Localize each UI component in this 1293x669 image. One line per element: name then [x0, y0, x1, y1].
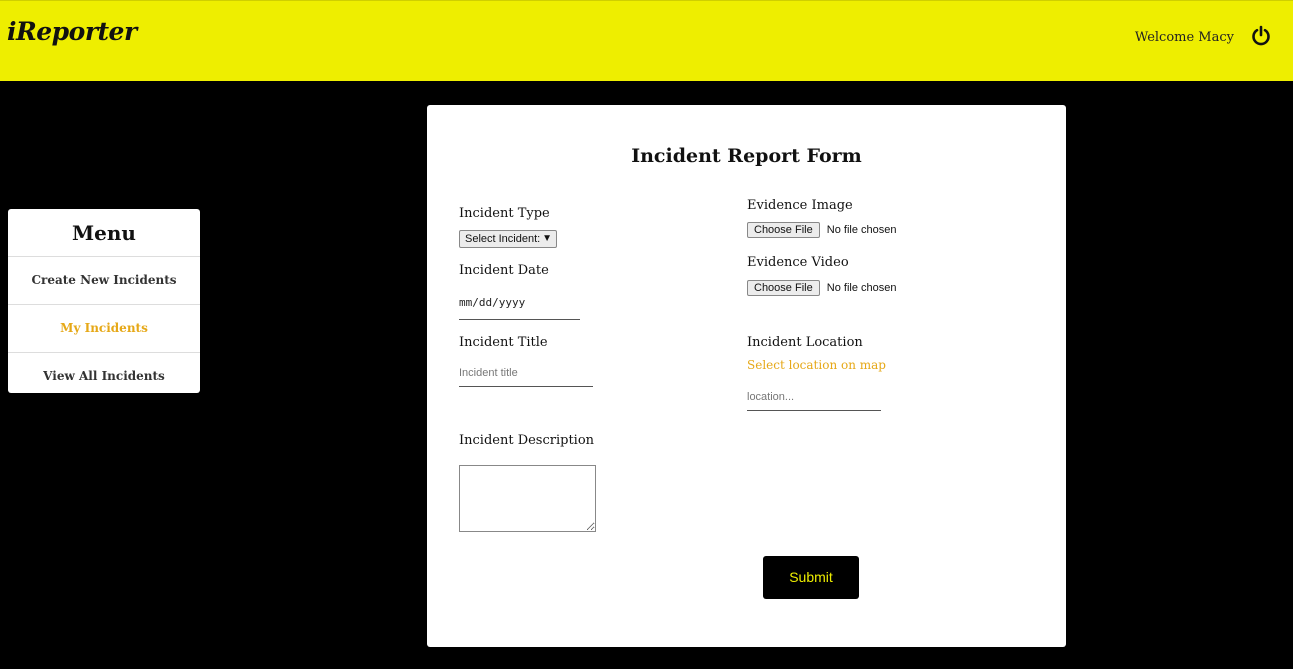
- evidence-video-file-status: No file chosen: [826, 282, 897, 294]
- evidence-image-choose-file-button[interactable]: Choose File: [747, 222, 820, 238]
- incident-type-selected: Select Incident:: [465, 233, 541, 245]
- welcome-text: Welcome Macy: [1134, 30, 1234, 45]
- incident-type-label: Incident Type: [459, 206, 550, 221]
- incident-title-label: Incident Title: [459, 335, 548, 350]
- dropdown-arrow-icon: ▼: [542, 233, 552, 244]
- incident-type-select[interactable]: Select Incident: ▼: [459, 230, 557, 248]
- location-input[interactable]: [747, 384, 881, 411]
- brand-logo[interactable]: iReporter: [7, 17, 137, 46]
- evidence-video-file-input: Choose File No file chosen: [747, 280, 897, 296]
- form-title: Incident Report Form: [631, 145, 862, 167]
- select-location-map-link[interactable]: Select location on map: [747, 358, 886, 372]
- incident-title-input[interactable]: [459, 360, 593, 387]
- top-header: iReporter Welcome Macy: [0, 0, 1293, 81]
- submit-button[interactable]: Submit: [763, 556, 859, 599]
- evidence-image-file-status: No file chosen: [826, 224, 897, 236]
- menu-item-my-incidents[interactable]: My Incidents: [8, 305, 200, 353]
- menu-item-view-all-incidents[interactable]: View All Incidents: [8, 353, 200, 393]
- incident-form-card: Incident Report Form Incident Type Selec…: [427, 105, 1066, 647]
- incident-date-label: Incident Date: [459, 263, 549, 278]
- evidence-image-label: Evidence Image: [747, 198, 853, 213]
- evidence-image-file-input: Choose File No file chosen: [747, 222, 897, 238]
- menu-title: Menu: [8, 209, 200, 257]
- menu-item-create-new-incidents[interactable]: Create New Incidents: [8, 257, 200, 305]
- evidence-video-label: Evidence Video: [747, 255, 849, 270]
- power-icon[interactable]: [1250, 25, 1272, 47]
- incident-description-textarea[interactable]: [459, 465, 596, 532]
- evidence-video-choose-file-button[interactable]: Choose File: [747, 280, 820, 296]
- incident-location-label: Incident Location: [747, 335, 863, 350]
- incident-date-input[interactable]: mm/dd/yyyy: [459, 291, 580, 320]
- side-menu: Menu Create New Incidents My Incidents V…: [8, 209, 200, 393]
- incident-description-label: Incident Description: [459, 433, 595, 448]
